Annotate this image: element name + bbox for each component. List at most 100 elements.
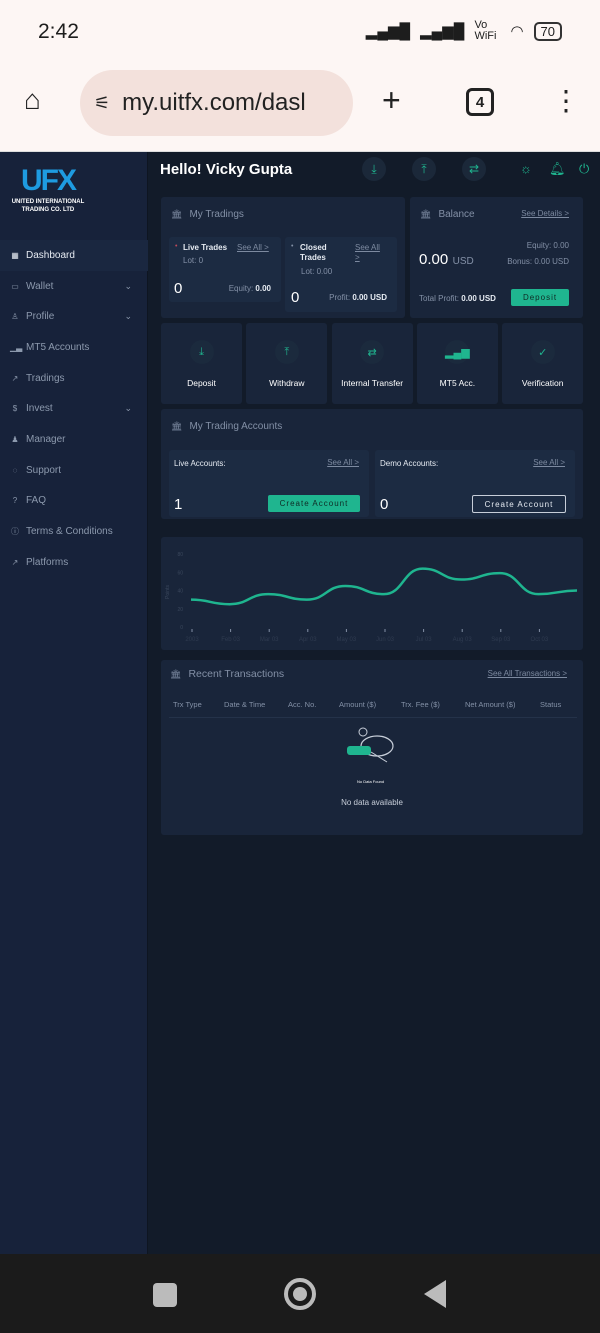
network-label: Vo WiFi (474, 19, 497, 42)
site-settings-icon[interactable]: ⚟ (94, 93, 110, 114)
see-all-transactions-link[interactable]: See All Transactions > (488, 669, 567, 678)
live-accounts-see-all-link[interactable]: See All > (327, 458, 359, 467)
profit-value: 0.00 USD (352, 293, 387, 302)
balance-card: 🏛︎ Balance See Details > Equity: 0.00 Bon… (410, 197, 583, 318)
trend-icon: ↗ (11, 373, 19, 383)
demo-accounts-panel: Demo Accounts: See All > 0 Create Accoun… (375, 450, 575, 517)
x-tick-label: Feb 03 (221, 637, 240, 643)
menu-icon[interactable]: ⋮ (552, 84, 580, 117)
quick-action-withdraw[interactable]: ⤒ Withdraw (246, 323, 328, 404)
x-tick-label: Aug 03 (453, 637, 473, 643)
x-tick-label: May 03 (337, 637, 357, 643)
sidebar-item-wallet[interactable]: ▭ Wallet ⌄ (0, 271, 148, 302)
demo-accounts-count: 0 (380, 496, 389, 513)
sidebar-item-profile[interactable]: ♙ Profile ⌄ (0, 301, 148, 332)
quick-action-verification[interactable]: ✓ Verification (502, 323, 584, 404)
closed-trades-panel: • Closed Trades See All > Lot: 0.00 0 Prof… (285, 237, 397, 312)
browser-toolbar: ⌂ ⚟ my.uitfx.com/dasl + 4 ⋮ (0, 62, 600, 152)
user-icon: ♙ (11, 312, 19, 322)
chevron-down-icon[interactable]: ⌄ (124, 281, 132, 292)
status-icons: ▂▄▆█ ▂▄▆█ Vo WiFi ◠ 70 (366, 20, 562, 42)
tab-count-button[interactable]: 4 (466, 88, 494, 116)
y-axis-label: Points (165, 585, 171, 599)
y-tick-label: 40 (177, 589, 183, 595)
live-lot: Lot: 0 (183, 256, 204, 265)
points-line (190, 567, 578, 606)
x-tick-label: Apr 03 (299, 637, 317, 643)
quick-action-mt5-acc[interactable]: ▂▄▆ MT5 Acc. (416, 323, 498, 404)
sidebar-item-dashboard[interactable]: ▦ Dashboard (0, 240, 148, 271)
quick-action-label: MT5 Acc. (439, 378, 476, 388)
theme-sun-icon[interactable]: ☼ (520, 161, 532, 176)
transfer-icon[interactable]: ⇄ (462, 157, 486, 181)
sidebar-item-label: Wallet (26, 280, 54, 292)
x-tick-label: Jul 03 (416, 637, 433, 643)
bank-icon: 🏛︎ (170, 668, 182, 679)
sidebar: UFX UNITED INTERNATIONAL TRADING CO. LTD… (0, 152, 148, 1254)
closed-see-all-link[interactable]: > (355, 253, 360, 262)
mt5-acc-icon: ▂▄▆ (445, 340, 470, 364)
deposit-icon: ⤓ (189, 340, 214, 364)
equity-label: Equity: (228, 284, 254, 293)
sidebar-item-tradings[interactable]: ↗ Tradings (0, 363, 148, 394)
sidebar-item-terms-conditions[interactable]: ⓘ Terms & Conditions (0, 516, 148, 547)
chevron-down-icon[interactable]: ⌄ (124, 311, 132, 322)
quick-action-label: Verification (521, 378, 564, 388)
signal-icon: ▂▄▆█ (365, 23, 411, 40)
new-tab-icon[interactable]: + (382, 82, 401, 119)
x-tick-label: Sep 03 (491, 637, 511, 643)
sidebar-item-label: Dashboard (26, 249, 75, 261)
recents-button[interactable] (153, 1283, 177, 1307)
balance-bonus: Bonus: 0.00 USD (507, 257, 569, 266)
sidebar-item-label: Invest (26, 403, 53, 415)
illustration-caption: No Data Found (357, 779, 385, 784)
power-icon[interactable]: ⏻ (579, 161, 589, 177)
sidebar-item-label: Profile (26, 311, 55, 323)
live-accounts-panel: Live Accounts: See All > 1 Create Accoun… (169, 450, 369, 517)
create-live-account-button[interactable]: Create Account (268, 495, 360, 512)
sidebar-item-support[interactable]: ◌ Support (0, 455, 148, 486)
sidebar-nav: ▦ Dashboard ▭ Wallet ⌄ ♙ Profile ⌄ ▁▃ MT5 Account… (0, 240, 148, 578)
quick-action-internal-transfer[interactable]: ⇄ Internal Transfer (331, 323, 413, 404)
sidebar-item-faq[interactable]: ? FAQ (0, 486, 148, 517)
deposit-button[interactable]: Deposit (511, 289, 569, 306)
greeting: Hello! Vicky Gupta (160, 161, 293, 178)
logo-line1: UNITED INTERNATIONAL (11, 199, 85, 205)
balance-amount: 0.00 (419, 251, 449, 268)
chat-icon: ◌ (12, 465, 18, 475)
column-header: Date & Time (224, 700, 266, 709)
sidebar-item-platforms[interactable]: ↗ Platforms (0, 547, 148, 578)
demo-accounts-see-all-link[interactable]: See All > (533, 458, 565, 467)
sidebar-item-manager[interactable]: ♟ Manager (0, 424, 148, 455)
live-trades-see-all-link[interactable]: See All > (237, 243, 269, 252)
chevron-down-icon[interactable]: ⌄ (124, 403, 132, 414)
sidebar-item-label: Terms & Conditions (26, 526, 113, 538)
closed-see-all-link[interactable]: See All (355, 243, 380, 252)
logo-line2: TRADING CO. LTD (21, 207, 75, 213)
quick-action-deposit[interactable]: ⤓ Deposit (161, 323, 242, 404)
create-demo-account-button[interactable]: Create Account (472, 495, 566, 513)
wifi-icon: ◠ (510, 23, 524, 40)
balance-currency: USD (452, 256, 474, 267)
sidebar-item-mt5-accounts[interactable]: ▁▃ MT5 Accounts (0, 332, 148, 363)
home-button[interactable] (284, 1278, 316, 1310)
x-tick-label: Jun 03 (376, 637, 395, 643)
grid-icon: ▦ (11, 250, 19, 260)
no-data-illustration (341, 726, 405, 770)
bank-icon: 🏛︎ (420, 209, 432, 219)
back-button[interactable] (424, 1280, 446, 1308)
upload-icon[interactable]: ⤒ (412, 157, 436, 181)
sidebar-item-invest[interactable]: $ Invest ⌄ (0, 393, 148, 424)
card-title: Recent Transactions (188, 668, 285, 680)
quick-action-label: Internal Transfer (341, 378, 404, 388)
live-trades-panel: • Live Trades See All > Lot: 0 0 Equity:… (169, 237, 281, 302)
verification-icon: ✓ (530, 340, 555, 364)
download-icon[interactable]: ⤓ (362, 157, 386, 181)
live-trades-label: Live Trades (183, 243, 228, 252)
url-bar[interactable]: ⚟ my.uitfx.com/dasl (80, 70, 353, 136)
home-icon[interactable]: ⌂ (24, 84, 41, 116)
see-details-link[interactable]: See Details > (521, 209, 569, 218)
bell-icon[interactable]: 🔔︎ (549, 161, 566, 177)
signal-icon: ▁▃ (10, 342, 23, 352)
x-tick-label: Mar 03 (260, 637, 279, 643)
